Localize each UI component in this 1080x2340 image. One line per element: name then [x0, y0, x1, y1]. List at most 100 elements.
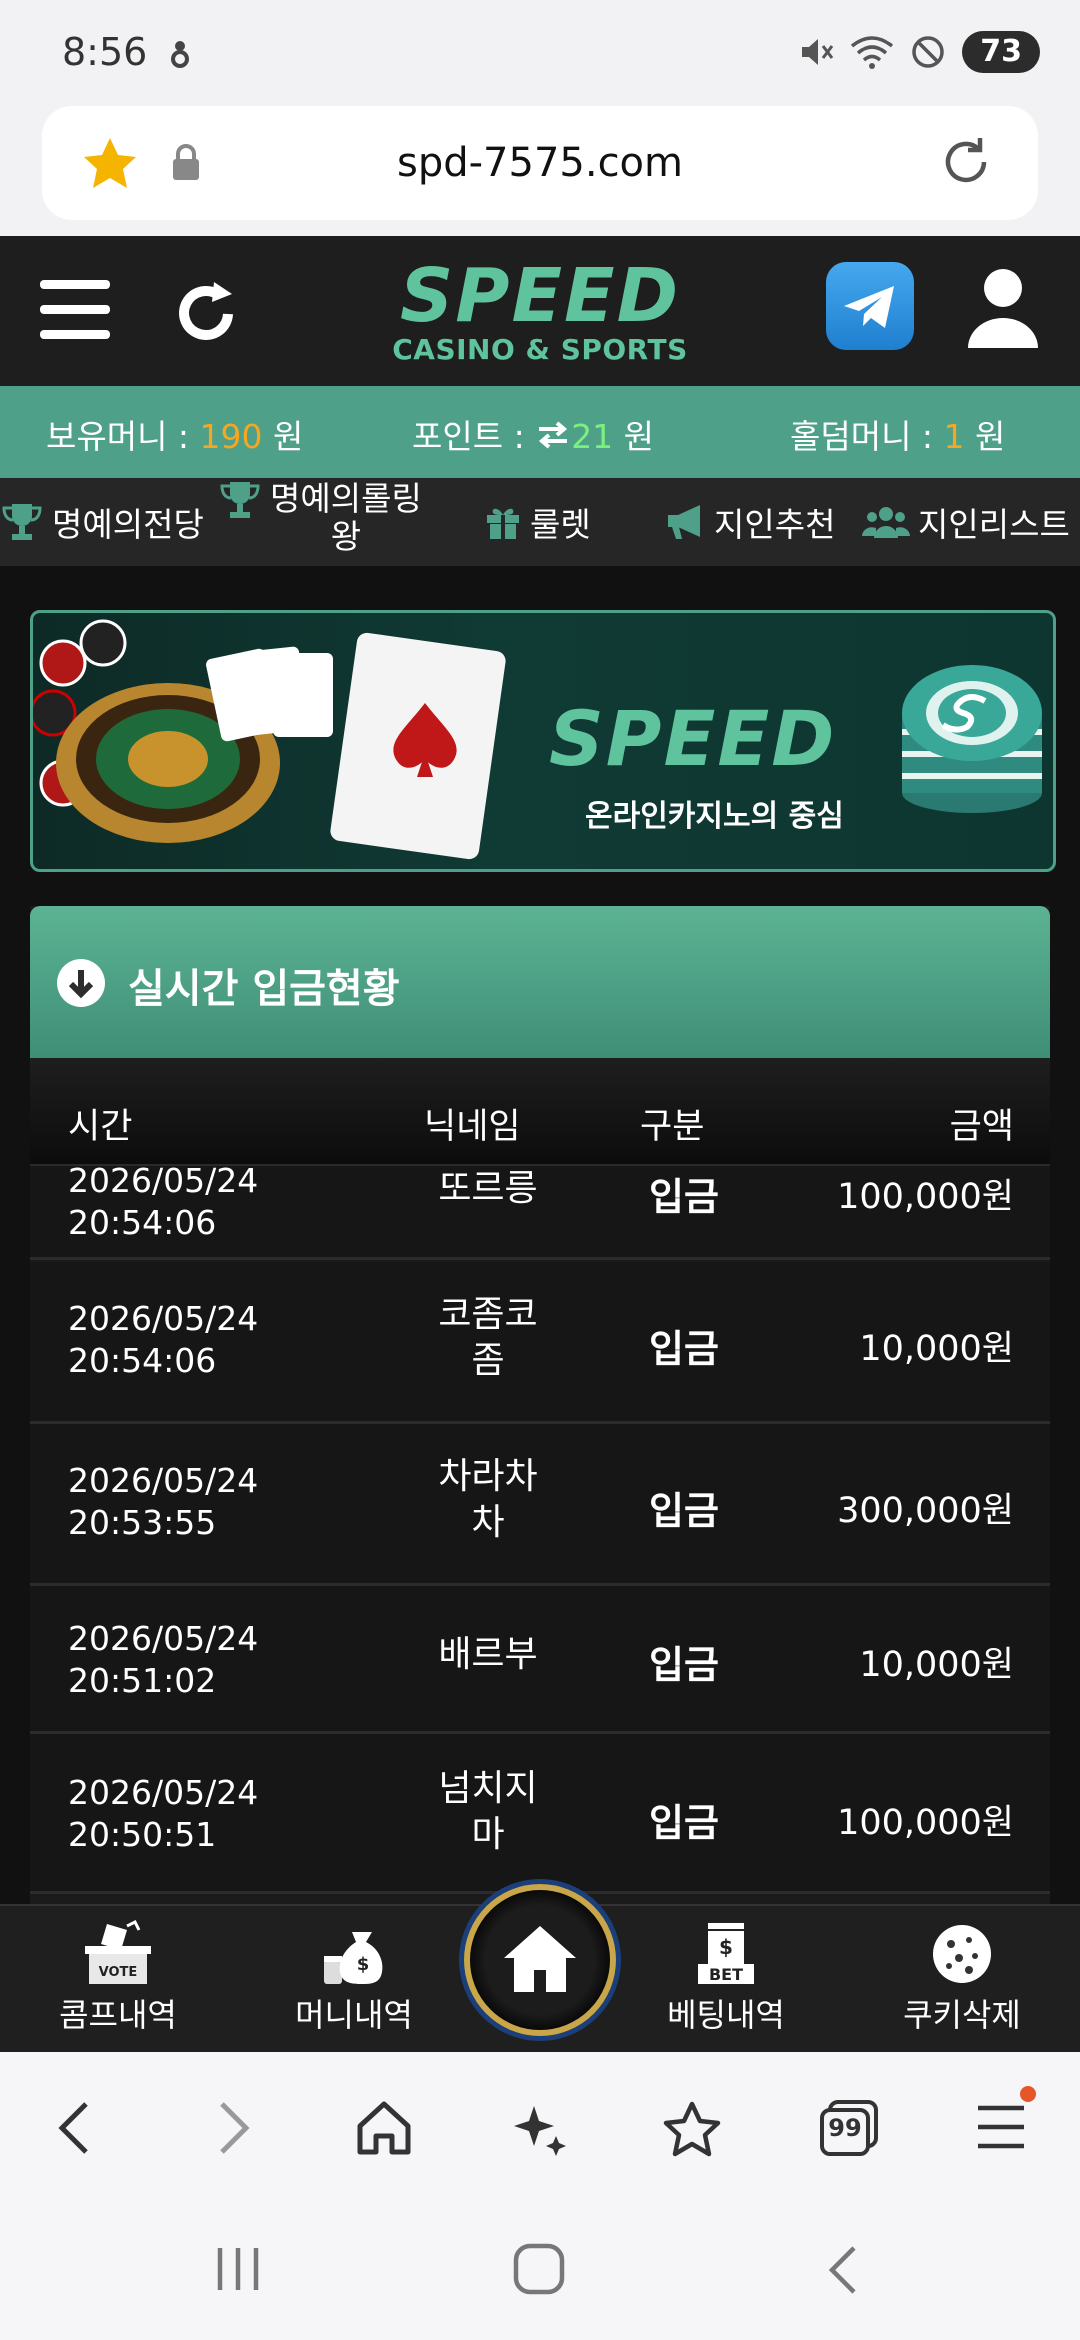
- deposits-list[interactable]: 2026/05/24 20:54:06 또르릉 입금 100,000원 2026…: [30, 1158, 1050, 1918]
- recent-apps-icon[interactable]: [214, 2244, 262, 2294]
- table-header: 시간 닉네임 구분 금액: [30, 1058, 1050, 1166]
- row-amount: 100,000원: [837, 1177, 1014, 1217]
- menu-rolling-king[interactable]: 명예의롤링 왕: [218, 478, 422, 566]
- money-label: 보유머니 :: [46, 417, 200, 456]
- row-nickname-line2: 마: [471, 1814, 505, 1855]
- address-bar[interactable]: spd-7575.com: [42, 106, 1038, 220]
- row-time: 20:54:06: [68, 1203, 217, 1242]
- row-amount: 10,000원: [859, 1329, 1014, 1369]
- point-value: 21: [571, 417, 614, 456]
- trophy-icon: [2, 504, 42, 540]
- holdem-unit: 원: [964, 417, 1006, 456]
- more-menu-button[interactable]: [976, 2086, 1036, 2154]
- row-amount: 100,000원: [837, 1803, 1014, 1843]
- row-datetime: 2026/05/24 20:54:06: [68, 1160, 258, 1244]
- row-time: 20:50:51: [68, 1815, 217, 1854]
- dnd-icon: [912, 36, 944, 68]
- point-balance: 포인트 : 21 원: [412, 410, 654, 458]
- tabs-button[interactable]: 99: [818, 2098, 880, 2156]
- menu-hamburger-icon[interactable]: [40, 280, 110, 340]
- bookmarks-icon[interactable]: [662, 2100, 722, 2158]
- bet-badge-text: BET: [709, 1965, 743, 1984]
- row-date: 2026/05/24: [68, 1773, 259, 1812]
- holdem-label: 홀덤머니 :: [790, 417, 944, 456]
- system-navigation: [0, 2202, 1080, 2340]
- cookie-icon: [933, 1925, 991, 1983]
- deposits-title: 실시간 입금현황: [128, 966, 400, 1012]
- site-header: SPEED CASINO & SPORTS: [0, 236, 1080, 386]
- holdem-balance: 홀덤머니 : 1 원: [790, 410, 1005, 458]
- row-datetime: 2026/05/24 20:54:06: [68, 1298, 258, 1382]
- menu-hall-of-fame[interactable]: 명예의전당: [0, 478, 204, 566]
- ai-sparkle-icon[interactable]: [510, 2100, 568, 2158]
- nav-money-history[interactable]: $ 머니내역: [264, 1920, 444, 2036]
- row-amount: 300,000원: [837, 1491, 1014, 1531]
- nav-money-label: 머니내역: [295, 1996, 413, 2034]
- money-value: 190: [199, 417, 263, 456]
- reload-icon[interactable]: [936, 132, 996, 192]
- home-icon: [504, 1926, 576, 1992]
- back-icon[interactable]: [52, 2100, 96, 2156]
- logo-subtitle: CASINO & SPORTS: [392, 333, 688, 366]
- url-text[interactable]: spd-7575.com: [42, 140, 1038, 186]
- table-row: 2026/05/24 20:51:02 배르부 입금 10,000원: [30, 1586, 1050, 1734]
- user-icon[interactable]: [966, 266, 1040, 350]
- status-time: 8:56: [62, 30, 148, 74]
- deposits-panel: 실시간 입금현황 시간 닉네임 구분 금액 2026/05/24 20:54:0…: [30, 906, 1050, 1906]
- svg-text:$: $: [719, 1935, 733, 1959]
- menu-referral[interactable]: 지인추천: [664, 478, 835, 566]
- row-nickname-line2: 좀: [471, 1340, 505, 1381]
- row-nickname: 넘치지 마: [398, 1766, 578, 1858]
- system-back-icon[interactable]: [824, 2244, 860, 2296]
- browser-toolbar: 99: [0, 2052, 1080, 2202]
- system-home-icon[interactable]: [512, 2242, 566, 2296]
- nav-betting-history[interactable]: $ BET 베팅내역: [636, 1920, 816, 2036]
- telegram-button[interactable]: [826, 262, 914, 350]
- col-amount: 금액: [949, 1107, 1014, 1147]
- menu-bar: 명예의전당 명예의롤링 왕 룰렛 지인추천 지인리스트: [0, 478, 1080, 566]
- menu-rolling-king-label: 명예의롤링: [270, 479, 422, 518]
- menu-hall-of-fame-label: 명예의전당: [52, 505, 204, 544]
- col-nickname: 닉네임: [424, 1107, 521, 1147]
- notification-icon: [171, 41, 189, 68]
- refresh-icon[interactable]: [176, 276, 240, 346]
- row-type: 입금: [649, 1175, 719, 1219]
- table-row: 2026/05/24 20:54:06 코좀코 좀 입금 10,000원: [30, 1262, 1050, 1424]
- promo-banner[interactable]: SPEED 온라인카지노의 중심: [30, 610, 1056, 872]
- wifi-icon: [851, 36, 894, 69]
- row-nickname: 차라차 차: [398, 1454, 578, 1546]
- exchange-icon[interactable]: [535, 420, 571, 450]
- menu-referral-list[interactable]: 지인리스트: [862, 478, 1070, 566]
- status-icons: 73: [798, 30, 1040, 74]
- table-row: 2026/05/24 20:54:06 또르릉 입금 100,000원: [30, 1158, 1050, 1260]
- money-unit: 원: [262, 417, 304, 456]
- menu-roulette[interactable]: 룰렛: [484, 478, 591, 566]
- browser-url-area: spd-7575.com: [0, 104, 1080, 236]
- menu-rolling-king-label-2: 왕: [330, 517, 362, 556]
- row-nickname-line1: 넘치지: [438, 1768, 538, 1809]
- site-logo[interactable]: SPEED CASINO & SPORTS: [372, 258, 708, 368]
- row-time: 20:51:02: [68, 1661, 217, 1700]
- row-datetime: 2026/05/24 20:51:02: [68, 1618, 258, 1702]
- trophy-icon: [220, 482, 260, 518]
- row-datetime: 2026/05/24 20:50:51: [68, 1772, 258, 1856]
- table-row: 2026/05/24 20:53:55 차라차 차 입금 300,000원: [30, 1424, 1050, 1586]
- money-balance: 보유머니 : 190 원: [46, 410, 303, 458]
- row-date: 2026/05/24: [68, 1161, 259, 1200]
- row-type: 입금: [649, 1643, 719, 1687]
- row-nickname: 배르부: [398, 1632, 578, 1678]
- nav-clear-cookies[interactable]: 쿠키삭제: [872, 1920, 1052, 2036]
- row-datetime: 2026/05/24 20:53:55: [68, 1460, 258, 1544]
- vote-badge-text: VOTE: [99, 1965, 138, 1980]
- row-type: 입금: [649, 1489, 719, 1533]
- deposits-panel-header: 실시간 입금현황: [30, 906, 1050, 1058]
- home-button[interactable]: [464, 1884, 616, 2036]
- row-nickname-line1: 또르릉: [438, 1168, 538, 1209]
- row-nickname: 또르릉: [398, 1166, 578, 1212]
- row-time: 20:54:06: [68, 1341, 217, 1380]
- row-type: 입금: [649, 1327, 719, 1371]
- home-icon[interactable]: [356, 2100, 412, 2156]
- forward-icon[interactable]: [212, 2100, 256, 2156]
- nav-comp-history[interactable]: VOTE 콤프내역: [28, 1920, 208, 2036]
- users-icon: [862, 507, 910, 538]
